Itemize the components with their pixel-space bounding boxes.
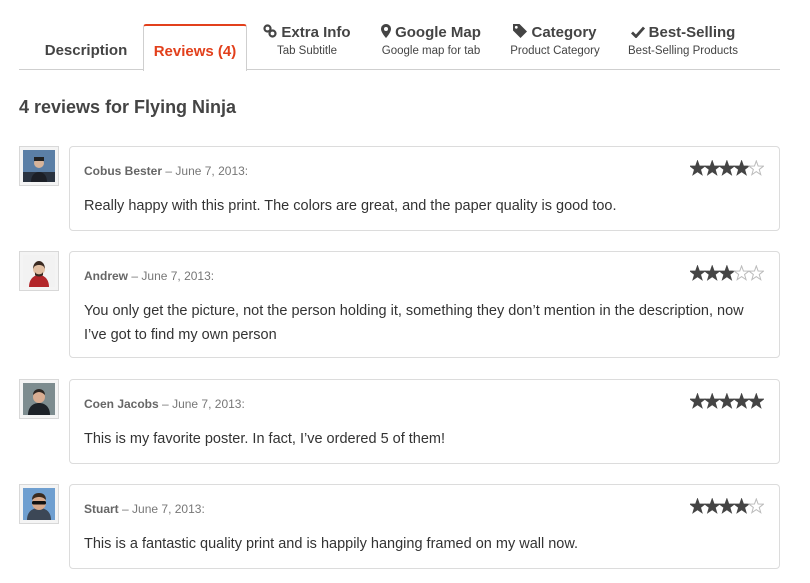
meta-separator: – <box>131 269 139 283</box>
star-filled-icon <box>690 498 707 514</box>
tab-subtitle: Product Category <box>510 45 600 57</box>
star-filled-icon <box>718 265 736 281</box>
star-filled-icon <box>718 393 736 409</box>
tab-label: Google Map <box>395 24 481 41</box>
star-filled-icon <box>690 265 707 281</box>
stars-svg <box>690 393 764 409</box>
star-filled-icon <box>732 498 751 514</box>
stars-svg <box>690 498 764 514</box>
review-card: Coen Jacobs – June 7, 2013: This is my f… <box>69 379 780 464</box>
star-rating <box>690 498 764 514</box>
review-meta: Cobus Bester – June 7, 2013: <box>84 164 248 178</box>
check-icon <box>630 25 645 42</box>
review-meta: Stuart – June 7, 2013: <box>84 502 205 516</box>
tab-extra-info[interactable]: Extra Info Tab Subtitle <box>253 24 361 70</box>
link-icon <box>263 24 278 42</box>
meta-separator: – <box>162 397 169 411</box>
review-text: You only get the picture, not the person… <box>84 303 744 343</box>
review-author: Andrew <box>84 269 129 283</box>
review-text: Really happy with this print. The colors… <box>84 198 617 214</box>
star-filled-icon <box>703 498 721 514</box>
star-empty-icon <box>747 498 764 514</box>
review-date: June 7, 2013: <box>172 397 245 411</box>
star-empty-icon <box>747 160 764 176</box>
tab-label: Description <box>44 42 128 59</box>
star-filled-icon <box>703 265 721 281</box>
review-card: Andrew – June 7, 2013: You only get the … <box>69 251 780 358</box>
star-rating <box>690 265 764 281</box>
review-date: June 7, 2013: <box>175 164 249 178</box>
product-tabs: Description Reviews (4) Extra Info Tab S… <box>19 24 780 71</box>
tab-category[interactable]: Category Product Category <box>503 24 607 70</box>
tab-label: Extra Info <box>281 24 351 41</box>
tab-reviews[interactable]: Reviews (4) <box>143 24 247 71</box>
review-meta: Coen Jacobs – June 7, 2013: <box>84 397 245 411</box>
tab-subtitle: Google map for tab <box>381 45 481 57</box>
review-author: Coen Jacobs <box>84 397 159 411</box>
avatar <box>19 484 59 524</box>
stars-svg <box>690 265 764 281</box>
tab-subtitle: Best-Selling Products <box>628 45 738 57</box>
tab-label: Reviews (4) <box>153 43 237 60</box>
review-date: June 7, 2013: <box>132 502 205 516</box>
star-rating <box>690 393 764 409</box>
review-text: This is my favorite poster. In fact, I’v… <box>84 431 446 447</box>
star-filled-icon <box>690 160 707 176</box>
tab-google-map[interactable]: Google Map Google map for tab <box>375 24 487 70</box>
star-filled-icon <box>747 393 764 409</box>
star-rating <box>690 160 764 176</box>
map-marker-icon <box>381 24 392 42</box>
review-text: This is a fantastic quality print and is… <box>84 536 579 552</box>
star-filled-icon <box>732 160 751 176</box>
tab-label: Best-Selling <box>648 24 736 41</box>
tab-best-selling[interactable]: Best-Selling Best-Selling Products <box>621 24 745 70</box>
star-filled-icon <box>718 160 736 176</box>
review-date: June 7, 2013: <box>141 269 215 283</box>
reviews-heading: 4 reviews for Flying Ninja <box>19 97 237 117</box>
tab-description[interactable]: Description <box>27 24 145 70</box>
star-filled-icon <box>703 393 721 409</box>
star-filled-icon <box>703 160 721 176</box>
tab-subtitle: Tab Subtitle <box>276 45 338 57</box>
avatar <box>19 379 59 419</box>
review-meta: Andrew – June 7, 2013: <box>84 269 214 283</box>
meta-separator: – <box>122 502 129 516</box>
avatar <box>19 146 59 186</box>
tag-icon <box>513 24 528 42</box>
star-filled-icon <box>690 393 707 409</box>
star-empty-icon <box>732 265 751 281</box>
review-author: Stuart <box>84 502 119 516</box>
review-card: Stuart – June 7, 2013: This is a fantast… <box>69 484 780 569</box>
avatar <box>19 251 59 291</box>
tab-label: Category <box>531 24 597 41</box>
stars-svg <box>690 160 764 176</box>
star-filled-icon <box>732 393 751 409</box>
review-card: Cobus Bester – June 7, 2013: Really happ… <box>69 146 780 231</box>
review-author: Cobus Bester <box>84 164 163 178</box>
meta-separator: – <box>165 164 173 178</box>
star-filled-icon <box>718 498 736 514</box>
star-empty-icon <box>747 265 764 281</box>
